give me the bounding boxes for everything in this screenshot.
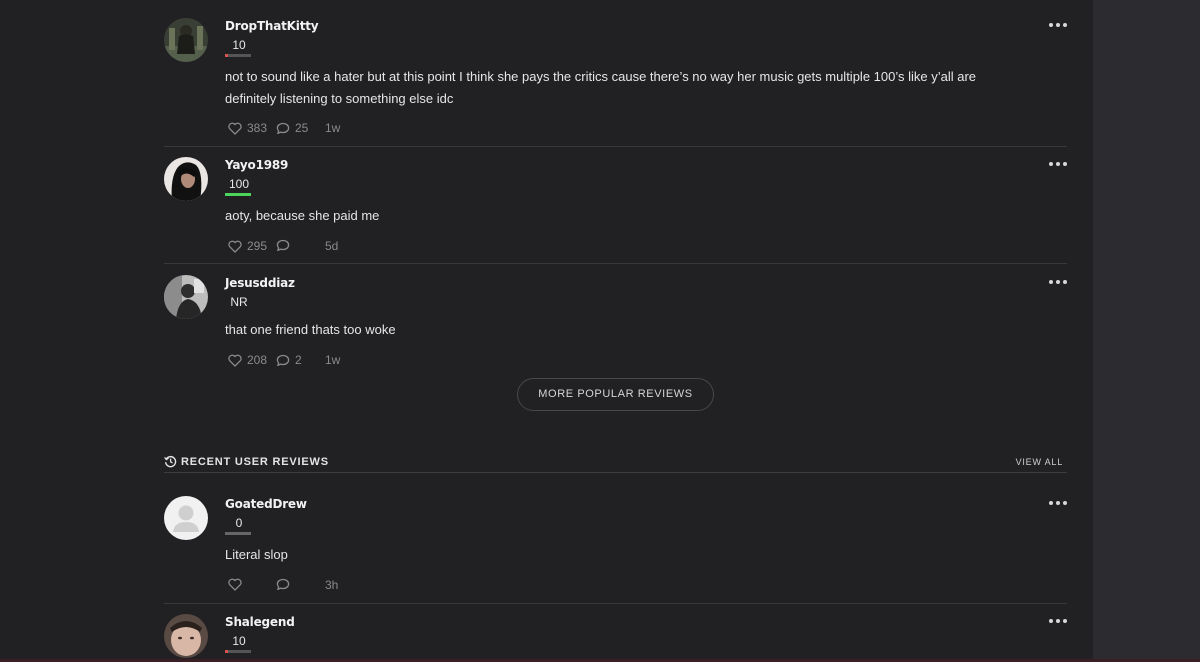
user-score: 10	[232, 634, 246, 648]
more-options-button[interactable]	[1049, 617, 1067, 625]
comment-button[interactable]: 25	[276, 121, 308, 135]
dot	[1056, 619, 1060, 623]
more-options-button[interactable]	[1049, 160, 1067, 168]
comment-icon	[276, 354, 290, 366]
review-time: 5d	[325, 239, 338, 253]
review-text: not to sound like a hater but at this po…	[225, 69, 977, 106]
username[interactable]: DropThatKitty	[225, 19, 319, 33]
comment-icon	[276, 578, 290, 591]
username[interactable]: Jesusddiaz	[225, 276, 295, 290]
divider	[164, 263, 1067, 264]
divider	[164, 146, 1067, 147]
score-bar	[225, 54, 251, 57]
more-options-button[interactable]	[1049, 21, 1067, 29]
dot	[1063, 619, 1067, 623]
review-item: GoatedDrew 0 Literal slop 3h	[164, 496, 1067, 604]
like-count: 295	[247, 239, 268, 253]
heart-icon	[228, 354, 242, 367]
review-text: that one friend thats too woke	[225, 322, 396, 337]
dot	[1049, 162, 1053, 166]
score-bar	[225, 193, 251, 196]
dot	[1063, 23, 1067, 27]
dot	[1063, 162, 1067, 166]
user-avatar[interactable]	[164, 18, 208, 62]
score-bar	[225, 532, 251, 535]
main-content: DropThatKitty 10 not to sound like a hat…	[0, 0, 1093, 662]
dot	[1049, 280, 1053, 284]
dot	[1049, 501, 1053, 505]
dot	[1056, 280, 1060, 284]
like-button[interactable]: 208	[228, 353, 267, 367]
score-bar-fill	[225, 54, 228, 57]
section-title-text: RECENT USER REVIEWS	[181, 455, 329, 468]
user-avatar[interactable]	[164, 614, 208, 658]
heart-icon	[228, 122, 242, 135]
user-score: 100	[228, 177, 250, 191]
review-time: 1w	[325, 121, 340, 135]
more-popular-reviews-button[interactable]: MORE POPULAR REVIEWS	[517, 378, 714, 411]
user-score: 10	[232, 38, 246, 52]
timestamp: 3h	[325, 578, 339, 592]
dot	[1056, 162, 1060, 166]
more-options-button[interactable]	[1049, 499, 1067, 507]
like-count: 208	[247, 353, 268, 367]
dot	[1049, 23, 1053, 27]
review-time: 3h	[325, 578, 338, 592]
view-all-link[interactable]: VIEW ALL	[1016, 457, 1063, 467]
heart-icon	[228, 578, 242, 591]
username[interactable]: Yayo1989	[225, 158, 288, 172]
like-button[interactable]: 383	[228, 121, 267, 135]
score-bar-fill	[225, 193, 251, 196]
heart-icon	[228, 240, 242, 253]
comment-button[interactable]: 2	[276, 353, 302, 367]
right-sidebar	[1093, 0, 1200, 662]
comment-icon	[276, 122, 290, 134]
review-item: DropThatKitty 10 not to sound like a hat…	[164, 18, 1067, 147]
section-title: RECENT USER REVIEWS	[164, 455, 329, 468]
timestamp: 1w	[325, 121, 341, 135]
user-avatar[interactable]	[164, 496, 208, 540]
dot	[1063, 501, 1067, 505]
review-text: Literal slop	[225, 547, 288, 562]
like-button[interactable]	[228, 578, 247, 591]
timestamp: 5d	[325, 239, 339, 253]
comment-button[interactable]	[276, 239, 295, 252]
review-time: 1w	[325, 353, 340, 367]
review-text: aoty, because she paid me	[225, 208, 380, 223]
score-bar	[225, 650, 251, 653]
dot	[1056, 501, 1060, 505]
user-avatar[interactable]	[164, 275, 208, 319]
user-score: 0	[235, 516, 243, 530]
timestamp: 1w	[325, 353, 341, 367]
like-button[interactable]: 295	[228, 239, 267, 253]
user-score: NR	[230, 295, 248, 309]
dot	[1063, 280, 1067, 284]
review-item: Yayo1989 100 aoty, because she paid me 2…	[164, 157, 1067, 264]
review-item: Jesusddiaz NR that one friend thats too …	[164, 275, 1067, 375]
recent-reviews-header: RECENT USER REVIEWS VIEW ALL	[164, 455, 1067, 473]
divider	[164, 603, 1067, 604]
comment-button[interactable]	[276, 578, 295, 591]
more-options-button[interactable]	[1049, 278, 1067, 286]
comment-count: 2	[295, 353, 302, 367]
comment-count: 25	[295, 121, 309, 135]
dot	[1056, 23, 1060, 27]
score-bar-fill	[225, 650, 228, 653]
comment-icon	[276, 239, 290, 252]
username[interactable]: GoatedDrew	[225, 497, 307, 511]
username[interactable]: Shalegend	[225, 615, 295, 629]
user-avatar[interactable]	[164, 157, 208, 201]
history-icon	[164, 455, 177, 468]
review-item: Shalegend 10	[164, 614, 1067, 662]
dot	[1049, 619, 1053, 623]
like-count: 383	[247, 121, 268, 135]
divider	[164, 472, 1067, 473]
